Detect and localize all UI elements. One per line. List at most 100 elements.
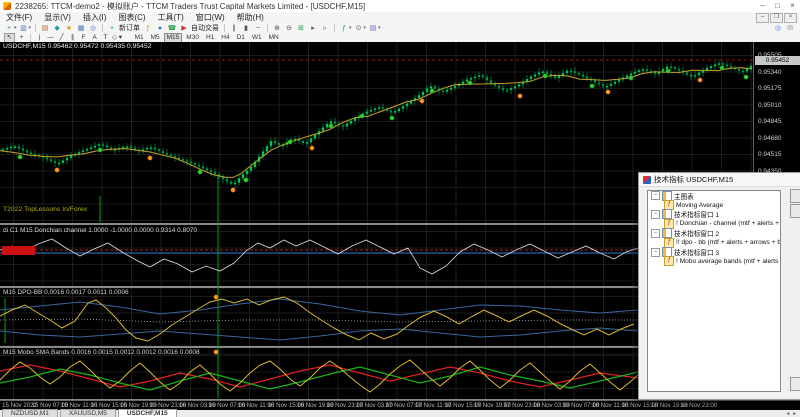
chart-shift-icon: ▹ [320, 24, 330, 33]
autotrading-button[interactable]: ▶自动交易 [178, 23, 221, 33]
tree-collapse-icon[interactable]: − [651, 248, 660, 257]
toolbar-separator [30, 34, 31, 42]
cursor-button[interactable]: ↖ [4, 33, 15, 43]
text-button[interactable]: A [90, 34, 99, 42]
tree-collapse-icon[interactable]: − [651, 191, 660, 200]
close-button[interactable]: × [785, 0, 800, 12]
menu-item-图表[interactable]: 图表(C) [112, 12, 151, 23]
mdi-restore-button[interactable]: ❐ [770, 13, 783, 23]
timeframe-m15-button[interactable]: M15 [164, 33, 183, 43]
tile-windows-button[interactable]: ⊞ [295, 24, 307, 33]
indicator-item-label: ! Mobo average bands (mtf + alerts + arr… [676, 258, 781, 265]
bar-chart-button[interactable]: ∥ [228, 24, 240, 33]
market-watch-icon: ▤ [40, 24, 50, 33]
trendline-button[interactable]: ╱ [57, 34, 66, 42]
zoom-in-button[interactable]: ⊕ [271, 24, 283, 33]
expert-advisors-button[interactable]: ƒ [142, 24, 154, 33]
arrows-button[interactable]: ◇ ▾ [112, 34, 122, 42]
chart-shift-button[interactable]: ▹ [319, 24, 331, 33]
indicator-window-item[interactable]: −主图表 [648, 191, 780, 200]
timeframe-m5-button[interactable]: M5 [148, 33, 163, 43]
support-button[interactable]: ☎ [166, 24, 178, 33]
navigator-button[interactable]: ★ [63, 24, 75, 33]
auto-scroll-button[interactable]: ▸ [307, 24, 319, 33]
timeframe-m30-button[interactable]: M30 [183, 33, 202, 43]
delete-button[interactable] [790, 204, 800, 218]
chevron-down-icon: ▾ [29, 25, 32, 31]
indicator-item-label: ! Donchian - channel (mtf + alerts + arr… [676, 220, 781, 227]
indicator-item[interactable]: ƒ!! dpo - bb (mtf + alerts + arrows + bt… [648, 238, 780, 247]
dpo-label: M15 DPO-BB 0.0016 0.0017 0.0011 0.0006 [3, 289, 129, 296]
profiles-button[interactable]: ▥▾ [18, 24, 33, 33]
timeframe-h1-button[interactable]: H1 [203, 33, 217, 43]
chevron-down-icon: ▾ [14, 25, 17, 31]
new-order-button[interactable]: +新订单 [106, 23, 142, 33]
strategy-tester-button[interactable]: ◎ [87, 24, 99, 33]
auto-scroll-icon: ▸ [308, 24, 318, 33]
tab-usdchf-m15[interactable]: USDCHF,M15 [118, 409, 177, 417]
timeframe-d1-button[interactable]: D1 [234, 33, 248, 43]
horizontal-line-button[interactable]: — [46, 34, 55, 42]
timeframe-h4-button[interactable]: H4 [218, 33, 232, 43]
community-icon: ● [155, 24, 165, 33]
search-button[interactable]: ◎ [772, 24, 784, 33]
market-watch-button[interactable]: ▤ [39, 24, 51, 33]
tab-nzdusd-m1[interactable]: NZDUSD,M1 [2, 409, 58, 417]
menu-item-显示[interactable]: 显示(V) [38, 12, 77, 23]
price-axis-label: 0.94680 [754, 135, 800, 142]
indicator-window-item[interactable]: −技术指标窗口 1 [648, 210, 780, 219]
terminal-button[interactable]: ▦ [75, 24, 87, 33]
profiles-icon: ▥ [19, 24, 29, 33]
mobo-label: M15 Mobo SMA Bands 0.0016 0.0015 0.0012 … [3, 349, 200, 356]
menu-item-窗口[interactable]: 窗口(W) [190, 12, 231, 23]
data-window-button[interactable]: ◆ [51, 24, 63, 33]
indicators-tree[interactable]: −主图表ƒMoving Average−技术指标窗口 1ƒ! Donchian … [647, 190, 781, 392]
indicator-window-item[interactable]: −技术指标窗口 3 [648, 247, 780, 256]
candlestick-chart-button[interactable]: ▮ [240, 24, 252, 33]
indicators-button[interactable]: ƒ▾ [338, 24, 353, 33]
tab-scroll-left-icon[interactable]: ◂ [784, 411, 791, 417]
fibonacci-button[interactable]: F [79, 34, 88, 42]
templates-button[interactable]: ▤▾ [367, 24, 382, 33]
indicator-item[interactable]: ƒMoving Average [648, 200, 780, 209]
menu-item-帮助[interactable]: 帮助(H) [231, 12, 270, 23]
chat-button[interactable]: ✉ [784, 24, 796, 33]
timeframe-w1-button[interactable]: W1 [249, 33, 265, 43]
maximize-button[interactable]: □ [770, 0, 785, 12]
timeframe-mn-button[interactable]: MN [266, 33, 282, 43]
chart-watermark: T2022 TopLessons In/Forex [3, 206, 87, 213]
vertical-line-button[interactable]: | [35, 34, 44, 42]
tab-xauusd-m5[interactable]: XAUUSD,M5 [60, 409, 116, 417]
menu-item-工具[interactable]: 工具(T) [152, 12, 190, 23]
dialog-close-button[interactable] [790, 377, 800, 391]
line-chart-button[interactable]: ~ [252, 24, 264, 33]
crosshair-button[interactable]: + [17, 34, 26, 42]
menu-item-文件[interactable]: 文件(F) [0, 12, 38, 23]
chevron-down-icon: ▾ [364, 25, 367, 31]
tile-windows-icon: ⊞ [296, 24, 306, 33]
indicator-item[interactable]: ƒ! Donchian - channel (mtf + alerts + ar… [648, 219, 780, 228]
dialog-title-bar[interactable]: 技术指标 USDCHF,M15 [639, 173, 800, 187]
tree-collapse-icon[interactable]: − [651, 210, 660, 219]
price-axis-label: 0.95010 [754, 102, 800, 109]
tree-collapse-icon[interactable]: − [651, 229, 660, 238]
templates-icon: ▤ [368, 24, 378, 33]
text-label-button[interactable]: T [101, 34, 110, 42]
new-chart-button[interactable]: +▾ [3, 24, 18, 33]
periods-button[interactable]: ⊙▾ [353, 24, 368, 33]
indicator-window-item[interactable]: −技术指标窗口 2 [648, 229, 780, 238]
indicator-item[interactable]: ƒ! Mobo average bands (mtf + alerts + ar… [648, 257, 780, 266]
minimize-button[interactable]: – [755, 0, 770, 12]
expert-advisors-icon: ƒ [143, 24, 153, 33]
mdi-close-button[interactable]: × [784, 13, 797, 23]
zoom-out-button[interactable]: ⊖ [283, 24, 295, 33]
equidistant-channel-button[interactable]: ∥ [68, 34, 77, 42]
mdi-minimize-button[interactable]: – [756, 13, 769, 23]
tab-scroll-right-icon[interactable]: ▸ [791, 411, 798, 417]
menu-item-插入[interactable]: 插入(I) [77, 12, 113, 23]
toolbar-separator [334, 24, 335, 32]
toolbar-separator [267, 24, 268, 32]
timeframe-m1-button[interactable]: M1 [132, 33, 147, 43]
community-button[interactable]: ● [154, 24, 166, 33]
edit-button[interactable] [790, 189, 800, 203]
